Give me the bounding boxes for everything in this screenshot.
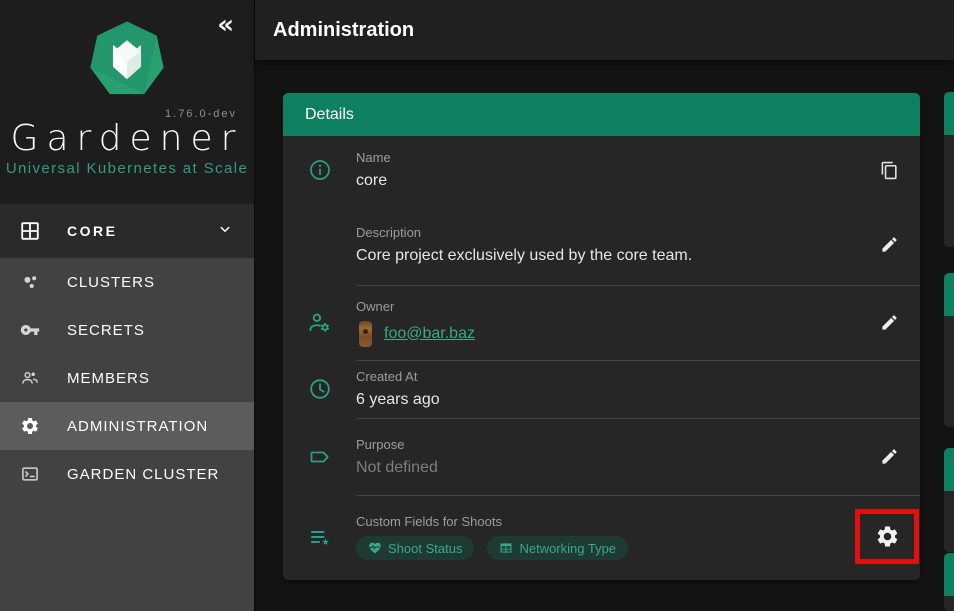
sidebar-item-clusters[interactable]: CLUSTERS [0,258,254,306]
sidebar-section-core[interactable]: CORE [0,204,254,258]
sidebar-item-label: ADMINISTRATION [67,418,208,435]
brand-title: Gardener [0,118,254,159]
detail-row-name: Name core [283,136,920,204]
detail-row-created-at: Created At 6 years ago [283,360,920,418]
sidebar-collapse-button[interactable]: « [217,12,234,38]
field-label: Custom Fields for Shoots [356,514,858,529]
owner-avatar [359,321,372,347]
custom-fields-chips: Shoot Status Networking Type [356,536,858,560]
tag-icon [283,445,356,469]
chevron-down-icon [216,220,234,243]
configure-custom-fields-button[interactable] [869,518,906,555]
clusters-icon [18,270,42,294]
account-gear-icon [283,310,356,335]
detail-row-owner: Owner foo@bar.baz [283,285,920,360]
field-label: Description [356,225,858,240]
gear-icon [18,414,42,438]
annotation-highlight-box [855,509,919,564]
field-value: 6 years ago [356,391,858,409]
chip-shoot-status: Shoot Status [356,536,474,560]
card-sliver [944,448,954,552]
section-label: CORE [67,223,216,239]
detail-row-description: Description Core project exclusively use… [283,204,920,285]
sidebar-item-label: SECRETS [67,322,145,339]
field-label: Name [356,150,858,165]
logo-area: « 1.76.0-dev Gardener Universal Kubernet… [0,0,254,204]
sidebar-item-secrets[interactable]: SECRETS [0,306,254,354]
chip-label: Shoot Status [388,541,462,556]
clock-icon [283,377,356,401]
key-icon [18,318,42,342]
sidebar-item-label: CLUSTERS [67,274,155,291]
detail-row-custom-fields: Custom Fields for Shoots Shoot Status [283,495,920,579]
copy-button[interactable] [874,155,905,186]
field-value: Not defined [356,459,858,477]
main-content: Details Name core [255,60,954,611]
detail-row-purpose: Purpose Not defined [283,418,920,495]
list-star-icon [283,525,356,549]
sidebar: « 1.76.0-dev Gardener Universal Kubernet… [0,0,255,611]
field-label: Owner [356,299,858,314]
page-title: Administration [273,19,414,42]
app-toolbar: Administration [255,0,954,60]
sidebar-item-label: MEMBERS [67,370,150,387]
grid-icon [18,219,42,243]
sidebar-item-members[interactable]: MEMBERS [0,354,254,402]
edit-purpose-button[interactable] [874,441,905,472]
field-label: Created At [356,369,858,384]
details-card-header: Details [283,93,920,136]
field-label: Purpose [356,437,858,452]
card-sliver [944,553,954,611]
edit-owner-button[interactable] [874,307,905,338]
sidebar-item-label: GARDEN CLUSTER [67,466,219,483]
card-sliver [944,273,954,427]
field-value: Core project exclusively used by the cor… [356,247,858,265]
console-icon [18,462,42,486]
brand-tagline: Universal Kubernetes at Scale [0,160,254,177]
details-card: Details Name core [283,93,920,580]
sidebar-item-garden-cluster[interactable]: GARDEN CLUSTER [0,450,254,498]
owner-email-link[interactable]: foo@bar.baz [384,325,475,343]
chip-label: Networking Type [519,541,616,556]
heart-pulse-icon [368,541,382,555]
gardener-logo-icon [88,20,166,98]
table-icon [499,541,513,555]
sidebar-nav: CLUSTERS SECRETS MEMBERS [0,258,254,498]
card-sliver [944,92,954,247]
members-icon [18,366,42,390]
settings-gear-icon [875,524,900,549]
info-icon [283,158,356,182]
chip-networking-type: Networking Type [487,536,628,560]
field-value: core [356,172,858,190]
edit-description-button[interactable] [874,229,905,260]
sidebar-item-administration[interactable]: ADMINISTRATION [0,402,254,450]
card-title: Details [305,106,354,124]
